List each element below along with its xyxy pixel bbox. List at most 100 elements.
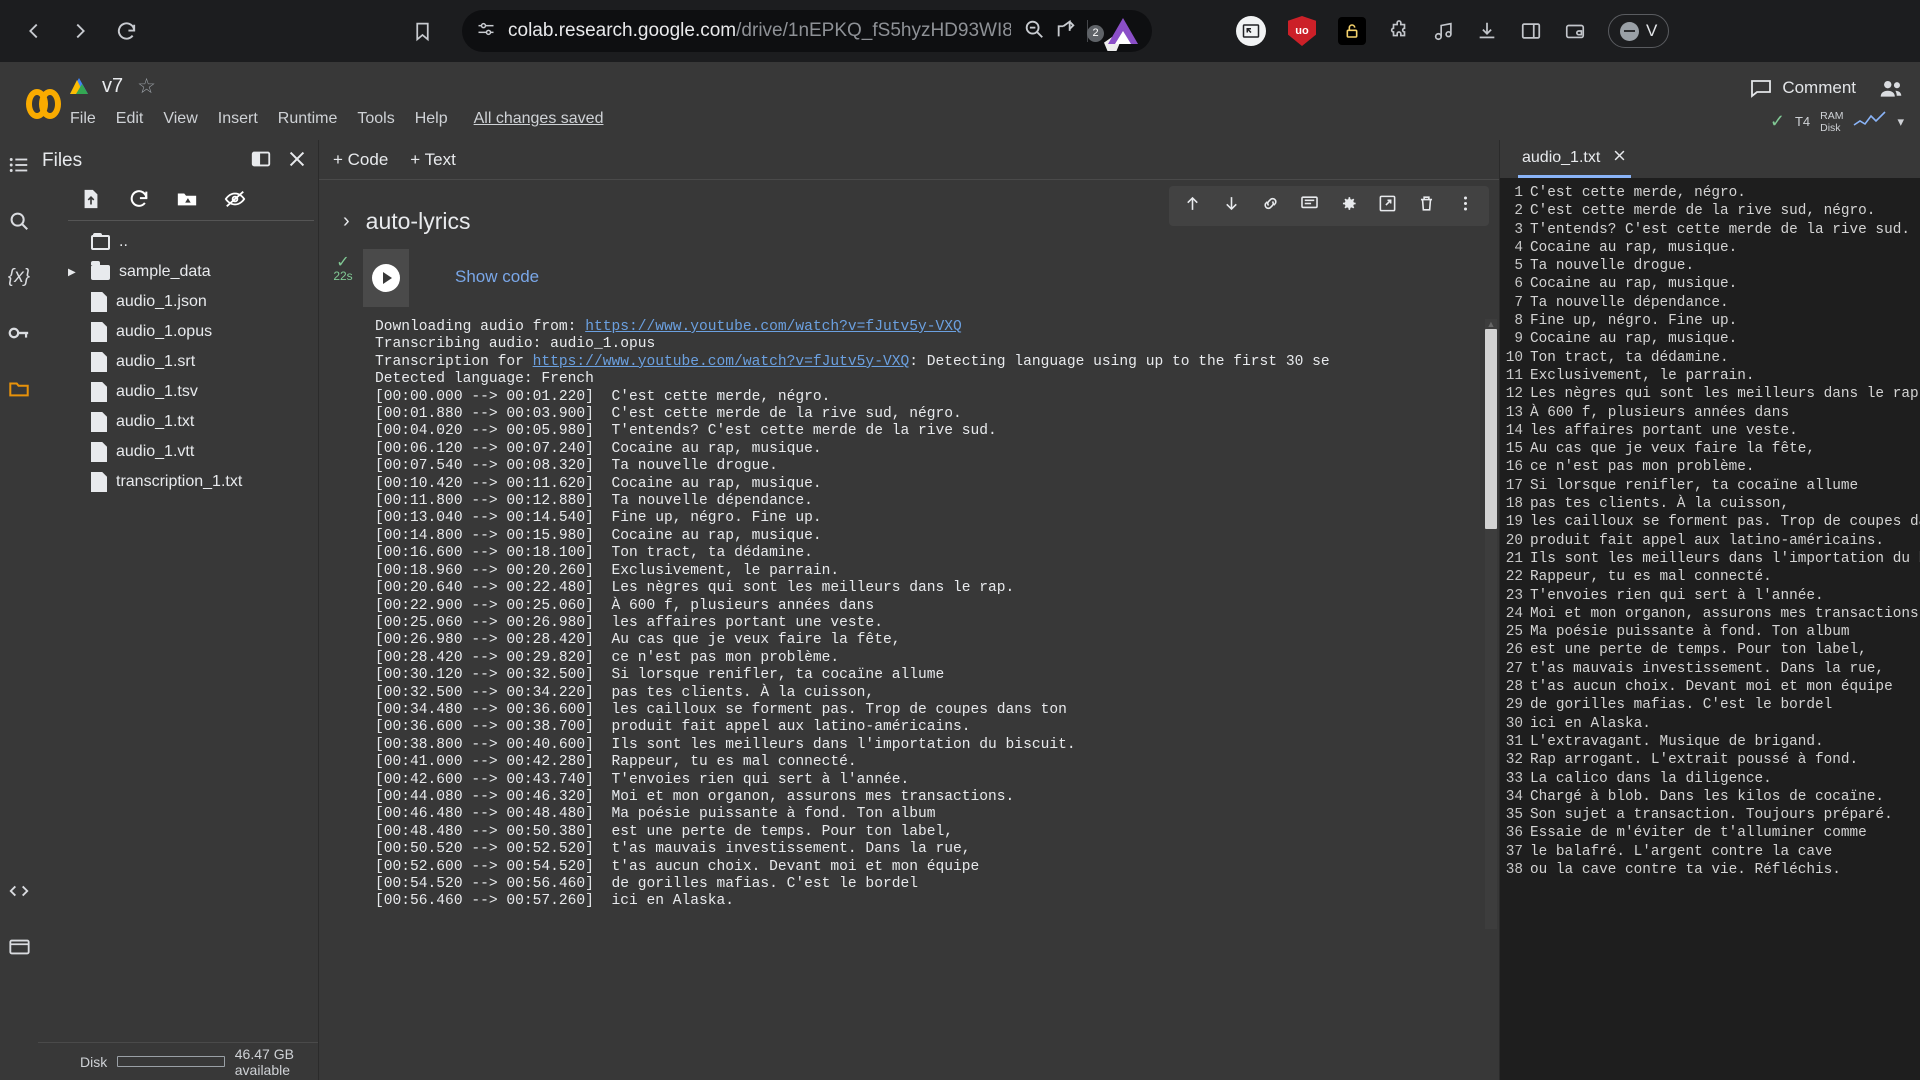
file-icon [91, 442, 107, 462]
output-line: [00:04.020 --> 00:05.980] T'entends? C'e… [375, 423, 997, 440]
editor-content[interactable]: 1 C'est cette merde, négro. 2 C'est cette m… [1500, 178, 1920, 1080]
output-link[interactable]: https://www.youtube.com/watch?v=fJutv5y-… [585, 319, 962, 335]
star-icon[interactable]: ☆ [137, 74, 156, 99]
music-note-icon[interactable] [1432, 20, 1454, 42]
tab-audio-1-txt[interactable]: audio_1.txt [1518, 140, 1632, 178]
address-bar[interactable]: colab.research.google.com/drive/1nEPKQ_f… [462, 10, 1152, 52]
editor-line: 26 est une perte de temps. Pour ton label… [1500, 641, 1920, 659]
link-to-cell-icon[interactable] [1261, 194, 1280, 218]
list-item[interactable]: transcription_1.txt [38, 467, 318, 497]
more-options-icon[interactable] [1456, 194, 1475, 218]
secrets-key-icon[interactable] [6, 320, 32, 346]
search-icon[interactable] [6, 208, 32, 234]
line-text: Au cas que je veux faire la fête, [1530, 441, 1815, 458]
list-item[interactable]: audio_1.srt [38, 347, 318, 377]
menu-help[interactable]: Help [415, 110, 448, 128]
back-arrow-icon[interactable] [14, 11, 54, 51]
colab-logo-icon[interactable] [16, 62, 70, 140]
output-line: Downloading audio from: https://www.yout… [375, 319, 962, 335]
line-text: C'est cette merde de la rive sud, négro. [1530, 203, 1876, 220]
close-icon[interactable] [286, 148, 308, 175]
list-item[interactable]: ▶ sample_data [38, 257, 318, 287]
editor-line: 24 Moi et mon organon, assurons mes trans… [1500, 605, 1920, 623]
site-settings-icon[interactable] [476, 19, 496, 44]
profile-button[interactable]: V [1608, 14, 1670, 48]
ublock-origin-icon[interactable]: uo [1288, 16, 1316, 46]
add-code-cell-button[interactable]: + Code [333, 150, 388, 170]
forward-arrow-icon[interactable] [60, 11, 100, 51]
close-icon[interactable] [1612, 148, 1627, 168]
line-number: 4 [1514, 239, 1523, 256]
refresh-icon[interactable] [128, 188, 150, 210]
add-comment-icon[interactable] [1300, 194, 1319, 218]
delete-cell-icon[interactable] [1417, 194, 1436, 218]
line-text: produit fait appel aux latino-américains… [1530, 532, 1885, 549]
save-status-label[interactable]: All changes saved [474, 110, 604, 128]
menu-insert[interactable]: Insert [218, 110, 258, 128]
runtime-status-cluster[interactable]: ✓ T4 RAM Disk ▾ [1770, 108, 1904, 135]
move-cell-up-icon[interactable] [1183, 194, 1202, 218]
cell-settings-gear-icon[interactable] [1339, 194, 1358, 218]
menu-file[interactable]: File [70, 110, 96, 128]
files-icon[interactable] [6, 376, 32, 402]
line-number: 10 [1505, 349, 1523, 366]
reload-icon[interactable] [106, 11, 146, 51]
output-line: [00:28.420 --> 00:29.820] ce n'est pas m… [375, 649, 840, 666]
run-cell-button[interactable] [363, 249, 409, 307]
code-snippets-icon[interactable] [6, 878, 32, 904]
google-drive-icon [70, 78, 88, 94]
bookmark-icon[interactable] [402, 11, 442, 51]
menu-view[interactable]: View [163, 110, 197, 128]
output-link[interactable]: https://www.youtube.com/watch?v=fJutv5y-… [533, 354, 910, 370]
output-line: Detected language: French [375, 371, 594, 388]
table-of-contents-icon[interactable] [6, 152, 32, 178]
picture-in-picture-icon[interactable] [1236, 16, 1266, 46]
lock-icon[interactable] [1338, 17, 1366, 45]
menu-tools[interactable]: Tools [357, 110, 394, 128]
line-number: 12 [1505, 386, 1523, 403]
file-icon [91, 292, 107, 312]
move-cell-down-icon[interactable] [1222, 194, 1241, 218]
notebook-title[interactable]: v7 [102, 75, 123, 98]
add-text-cell-button[interactable]: + Text [410, 150, 456, 170]
zoom-out-icon[interactable] [1023, 18, 1045, 45]
scrollbar-thumb[interactable] [1485, 329, 1497, 529]
brave-rewards-icon[interactable] [1108, 18, 1138, 44]
panel-popout-icon[interactable] [250, 148, 272, 175]
share-people-icon[interactable] [1878, 76, 1904, 107]
share-icon[interactable] [1055, 18, 1077, 45]
list-item[interactable]: audio_1.txt [38, 407, 318, 437]
line-number: 25 [1505, 624, 1523, 641]
line-number: 23 [1505, 587, 1523, 604]
download-icon[interactable] [1476, 20, 1498, 42]
puzzle-extensions-icon[interactable] [1388, 20, 1410, 42]
show-code-link[interactable]: Show code [409, 249, 539, 307]
variables-icon[interactable]: {x} [6, 264, 32, 290]
output-scrollbar[interactable]: ▲ [1485, 319, 1497, 929]
file-name: audio_1.opus [116, 323, 213, 340]
mirror-cell-icon[interactable] [1378, 194, 1397, 218]
chevron-right-icon[interactable]: › [343, 210, 350, 233]
list-item[interactable]: .. [38, 227, 318, 257]
editor-line: 34 Chargé à blob. Dans les kilos de cocaï… [1500, 788, 1920, 806]
menu-runtime[interactable]: Runtime [278, 110, 338, 128]
list-item[interactable]: audio_1.opus [38, 317, 318, 347]
editor-line: 8 Fine up, négro. Fine up. [1500, 312, 1920, 330]
toggle-hidden-files-icon[interactable] [224, 188, 246, 210]
files-panel: Files .. ▶ sample_data audio_1.json audi… [38, 140, 319, 1080]
mount-drive-icon[interactable] [176, 188, 198, 210]
terminal-icon[interactable] [6, 934, 32, 960]
editor-line: 5 Ta nouvelle drogue. [1500, 257, 1920, 275]
scroll-up-arrow-icon[interactable]: ▲ [1485, 319, 1497, 329]
list-item[interactable]: audio_1.vtt [38, 437, 318, 467]
output-line: [00:11.800 --> 00:12.880] Ta nouvelle dé… [375, 493, 813, 510]
sidebar-toggle-icon[interactable] [1520, 20, 1542, 42]
menu-edit[interactable]: Edit [116, 110, 144, 128]
wallet-icon[interactable] [1564, 20, 1586, 42]
comment-button[interactable]: Comment [1749, 76, 1856, 100]
list-item[interactable]: audio_1.json [38, 287, 318, 317]
list-item[interactable]: audio_1.tsv [38, 377, 318, 407]
upload-file-icon[interactable] [80, 188, 102, 210]
chevron-right-icon[interactable]: ▶ [68, 267, 82, 278]
chevron-down-icon[interactable]: ▾ [1897, 114, 1904, 130]
